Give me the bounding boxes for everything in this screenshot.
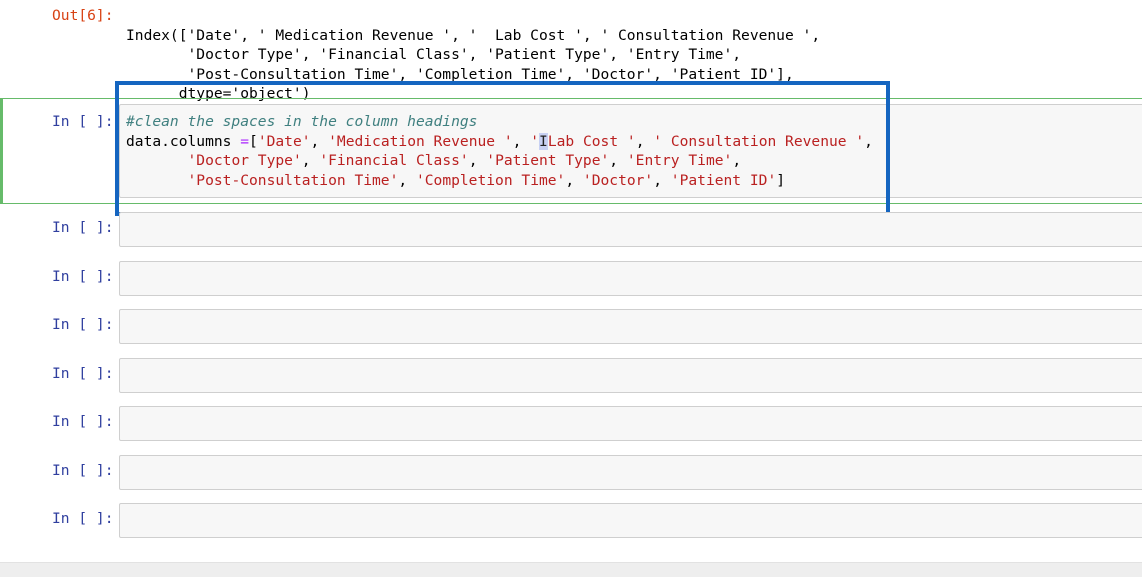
empty-code-cell[interactable] [119, 309, 1142, 344]
cell-prompt: In [ ]: [52, 316, 114, 333]
cell-prompt: In [ ]: [52, 219, 114, 236]
empty-code-cell[interactable] [119, 455, 1142, 490]
cell-prompt: In [ ]: [52, 510, 114, 527]
output-line: 'Doctor Type', 'Financial Class', 'Patie… [126, 46, 742, 63]
empty-code-cell[interactable] [119, 503, 1142, 538]
cell-prompt: In [ ]: [52, 268, 114, 285]
notebook-bottom-edge [0, 562, 1142, 577]
cell-prompt: In [ ]: [52, 113, 114, 130]
empty-code-cell[interactable] [119, 358, 1142, 393]
cell-prompt: In [ ]: [52, 365, 114, 382]
empty-code-cell[interactable] [119, 261, 1142, 296]
cell-prompt: In [ ]: [52, 462, 114, 479]
empty-code-cell[interactable] [119, 212, 1142, 247]
empty-code-cell[interactable] [119, 406, 1142, 441]
output-line: Index(['Date', ' Medication Revenue ', '… [126, 26, 821, 44]
highlight-annotation-box [115, 81, 890, 216]
cell-prompt: In [ ]: [52, 413, 114, 430]
output-prompt: Out[6]: [52, 7, 114, 24]
